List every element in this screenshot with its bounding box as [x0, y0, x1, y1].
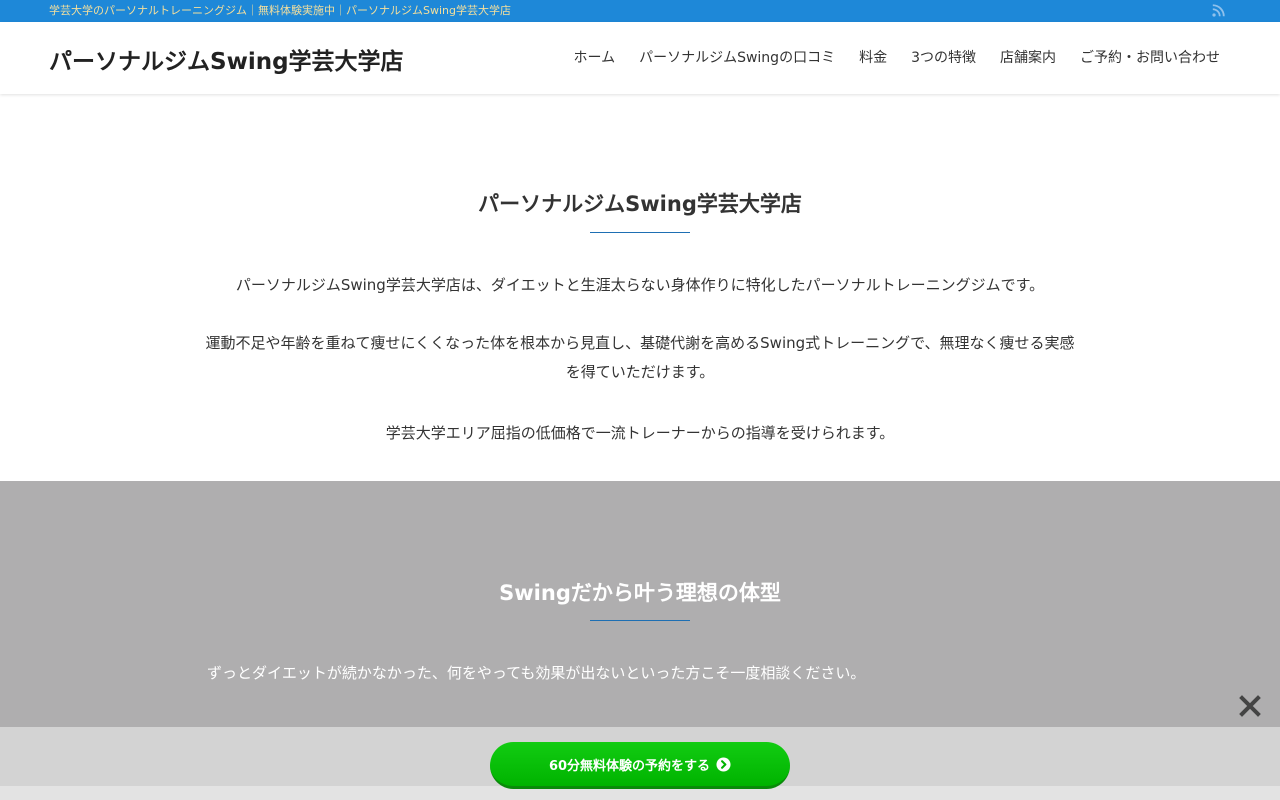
nav-item-contact[interactable]: ご予約・お問い合わせ — [1068, 48, 1220, 68]
feature-paragraph: ずっとダイエットが続かなかった、何をやっても効果が出ないといった方こそ一度相談く… — [207, 664, 866, 682]
intro-paragraph: 運動不足や年齢を重ねて痩せにくくなった体を根本から見直し、基礎代謝を高めるSwi… — [205, 334, 1075, 381]
rss-icon[interactable] — [1212, 4, 1225, 17]
intro-paragraph: 学芸大学エリア屈指の低価格で一流トレーナーからの指導を受けられます。 — [385, 424, 895, 442]
nav-item-store-info[interactable]: 店舗案内 — [988, 48, 1068, 68]
heading-underline — [590, 232, 690, 233]
intro-paragraph: パーソナルジムSwing学芸大学店は、ダイエットと生涯太らない身体作りに特化した… — [235, 276, 1045, 294]
circle-chevron-right-icon — [716, 756, 731, 772]
heading-underline — [590, 620, 690, 621]
main-nav: ホーム パーソナルジムSwingの口コミ 料金 3つの特徴 店舗案内 ご予約・お… — [561, 48, 1220, 68]
intro-section: パーソナルジムSwing学芸大学店 パーソナルジムSwing学芸大学店は、ダイエ… — [0, 94, 1280, 481]
feature-heading: Swingだから叶う理想の体型 — [499, 581, 781, 605]
cta-bar: 60分無料体験の予約をする — [0, 727, 1280, 800]
top-info-bar: 学芸大学のパーソナルトレーニングジム｜無料体験実施中｜パーソナルジムSwing学… — [0, 0, 1280, 22]
intro-heading: パーソナルジムSwing学芸大学店 — [478, 192, 802, 216]
nav-item-home[interactable]: ホーム — [561, 48, 627, 68]
site-title-link[interactable]: パーソナルジムSwing学芸大学店 — [49, 42, 404, 76]
site-header: パーソナルジムSwing学芸大学店 ホーム パーソナルジムSwingの口コミ 料… — [0, 22, 1280, 94]
site-tagline: 学芸大学のパーソナルトレーニングジム｜無料体験実施中｜パーソナルジムSwing学… — [49, 4, 511, 17]
close-icon[interactable] — [1238, 694, 1262, 718]
nav-item-features[interactable]: 3つの特徴 — [899, 48, 988, 68]
free-trial-button[interactable]: 60分無料体験の予約をする — [490, 742, 790, 789]
nav-item-reviews[interactable]: パーソナルジムSwingの口コミ — [627, 48, 847, 68]
free-trial-button-label: 60分無料体験の予約をする — [548, 758, 711, 774]
nav-item-pricing[interactable]: 料金 — [847, 48, 899, 68]
